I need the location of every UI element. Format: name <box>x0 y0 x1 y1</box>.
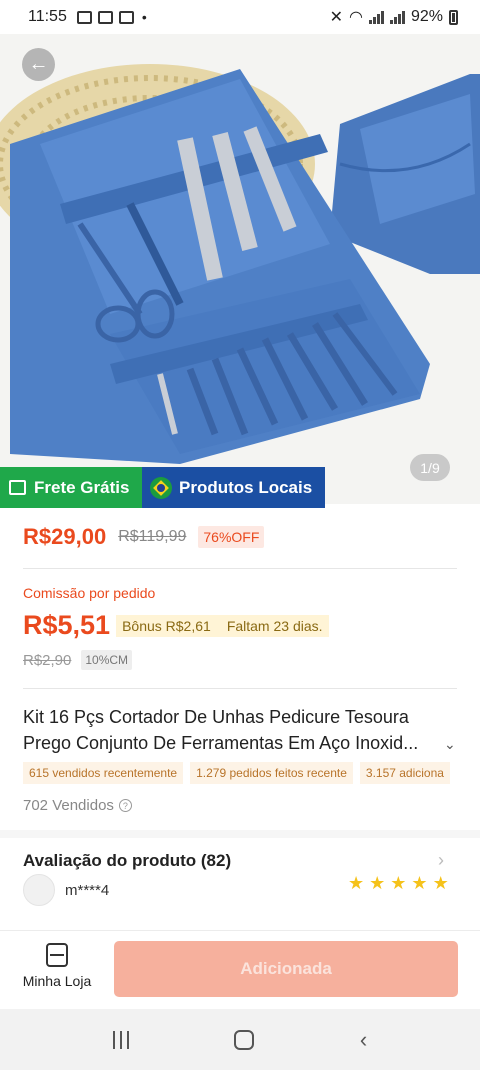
original-price: R$119,99 <box>118 528 187 545</box>
free-shipping-label: Frete Grátis <box>34 477 130 497</box>
price-row: R$29,00 R$119,99 76%OFF <box>23 524 265 550</box>
free-shipping-badge: Frete Grátis <box>0 467 142 508</box>
reviewer-name: m****4 <box>65 881 110 899</box>
help-icon[interactable]: ? <box>118 799 132 812</box>
system-nav-bar: ‹ <box>0 1009 480 1070</box>
screen: 11:55 • ✕ ◠ 92% ← 1/9 Frete Grátis Produ… <box>0 0 480 1070</box>
brazil-flag-icon <box>150 476 172 499</box>
review-item: m****4 <box>23 874 109 906</box>
old-commission: R$2,90 <box>23 651 72 669</box>
my-store-button[interactable]: Minha Loja <box>19 943 95 989</box>
commission-value: R$5,51 <box>23 610 111 640</box>
divider <box>23 688 457 689</box>
signal-icon <box>368 10 384 24</box>
commission-row: R$5,51 Bônus R$2,61 Faltam 23 dias. <box>23 610 329 641</box>
status-bar: 11:55 • ✕ ◠ 92% <box>0 0 480 34</box>
commission-sub-row: R$2,90 10%CM <box>23 650 133 670</box>
product-title-line2: Prego Conjunto De Ferramentas Em Aço Ino… <box>23 733 419 753</box>
current-price: R$29,00 <box>23 524 107 549</box>
product-image[interactable]: ← 1/9 <box>0 34 480 504</box>
sales-tag: 615 vendidos recentemente <box>23 762 184 784</box>
bonus-remaining: Faltam 23 dias. <box>226 617 323 634</box>
star-icon: ★ <box>369 873 386 893</box>
bonus-amount: Bônus R$2,61 <box>122 617 211 634</box>
wifi-icon: ◠ <box>349 9 363 26</box>
bonus-badge: Bônus R$2,61 Faltam 23 dias. <box>116 614 329 637</box>
gallery-notification-icon <box>76 10 92 24</box>
battery-icon <box>449 9 458 25</box>
store-icon <box>46 943 68 967</box>
shipping-banner: Frete Grátis Produtos Locais <box>0 467 325 508</box>
star-icon: ★ <box>348 873 365 893</box>
product-title-line1: Kit 16 Pçs Cortador De Unhas Pedicure Te… <box>23 707 409 727</box>
sold-count-label: 702 Vendidos <box>23 797 114 814</box>
back-arrow-icon[interactable]: ← <box>22 48 55 81</box>
recent-apps-icon[interactable] <box>112 1030 129 1049</box>
image-page-indicator: 1/9 <box>410 454 450 481</box>
local-products-badge: Produtos Locais <box>142 467 325 508</box>
sales-tags: 615 vendidos recentemente 1.279 pedidos … <box>23 762 460 784</box>
added-button[interactable]: Adicionada <box>114 941 458 997</box>
mute-icon: ✕ <box>329 9 343 26</box>
local-products-label: Produtos Locais <box>179 477 313 497</box>
chevron-right-icon[interactable]: › <box>438 850 444 871</box>
sold-count: 702 Vendidos ? <box>23 797 132 814</box>
status-time: 11:55 <box>28 8 67 25</box>
commission-label: Comissão por pedido <box>23 585 156 601</box>
sales-tag: 1.279 pedidos feitos recente <box>190 762 353 784</box>
battery-percent: 92% <box>410 8 443 25</box>
star-icon: ★ <box>432 873 449 893</box>
signal-icon-2 <box>389 10 405 24</box>
back-icon[interactable]: ‹ <box>360 1027 367 1053</box>
star-icon: ★ <box>390 873 407 893</box>
commission-rate-badge: 10%CM <box>81 650 133 670</box>
product-title[interactable]: Kit 16 Pçs Cortador De Unhas Pedicure Te… <box>23 704 443 756</box>
more-notifications-icon: • <box>141 9 147 25</box>
section-separator <box>0 830 480 838</box>
discount-badge: 76%OFF <box>198 526 265 548</box>
avatar <box>23 874 55 906</box>
bottom-action-bar: Minha Loja Adicionada <box>0 930 480 1009</box>
rating-stars: ★ ★ ★ ★ ★ <box>348 873 449 894</box>
messenger-notification-icon <box>97 10 113 24</box>
reviews-heading[interactable]: Avaliação do produto (82) <box>23 851 231 871</box>
truck-icon <box>9 480 26 495</box>
sales-tag: 3.157 adiciona <box>359 762 450 784</box>
home-icon[interactable] <box>234 1029 255 1050</box>
star-icon: ★ <box>411 873 428 893</box>
my-store-label: Minha Loja <box>22 973 92 989</box>
status-right: ✕ ◠ 92% <box>330 7 458 27</box>
chevron-down-icon[interactable]: ⌄ <box>444 736 456 753</box>
divider <box>23 568 457 569</box>
chat-notification-icon <box>118 10 134 24</box>
manicure-kit-illustration <box>0 64 480 464</box>
